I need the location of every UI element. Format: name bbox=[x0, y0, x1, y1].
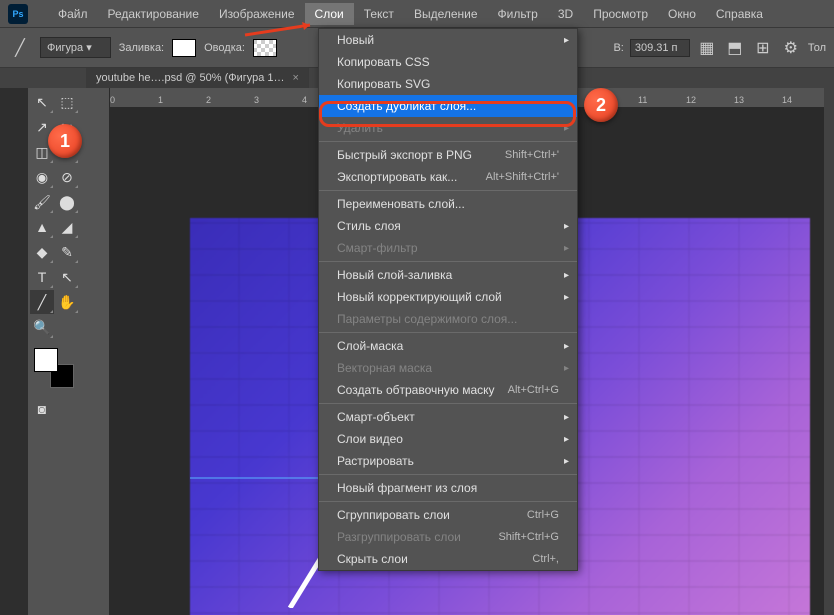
menu-item[interactable]: Новый слой-заливка bbox=[319, 264, 577, 286]
menu-item[interactable]: Переименовать слой... bbox=[319, 193, 577, 215]
tool-preset-icon[interactable]: ╱ bbox=[8, 36, 32, 60]
tool-0[interactable]: ↖ bbox=[30, 90, 54, 114]
quickmask-icon[interactable]: ◙ bbox=[30, 397, 54, 421]
tool-17[interactable]: ✋ bbox=[55, 290, 79, 314]
ruler-vertical bbox=[82, 88, 110, 615]
menu-item: Смарт-фильтр bbox=[319, 237, 577, 259]
menu-item[interactable]: Новый корректирующий слой bbox=[319, 286, 577, 308]
layers-menu-dropdown: НовыйКопировать CSSКопировать SVGСоздать… bbox=[318, 28, 578, 571]
ruler-tick: 3 bbox=[254, 95, 259, 105]
menu-item[interactable]: Новый bbox=[319, 29, 577, 51]
ruler-tick: 4 bbox=[302, 95, 307, 105]
close-icon[interactable]: × bbox=[293, 72, 299, 84]
tool-6[interactable]: ◉ bbox=[30, 165, 54, 189]
tool-11[interactable]: ◢ bbox=[55, 215, 79, 239]
menu-item[interactable]: Копировать SVG bbox=[319, 73, 577, 95]
menu-item[interactable]: Скрыть слоиCtrl+, bbox=[319, 548, 577, 570]
menu-item[interactable]: Слой-маска bbox=[319, 335, 577, 357]
callout-2: 2 bbox=[584, 88, 618, 122]
menu-item[interactable]: Растрировать bbox=[319, 450, 577, 472]
shape-mode-select[interactable]: Фигура ▾ bbox=[40, 37, 111, 58]
right-panel-strip bbox=[824, 68, 834, 615]
menu-файл[interactable]: Файл bbox=[48, 3, 98, 25]
menubar: Ps ФайлРедактированиеИзображениеСлоиТекс… bbox=[0, 0, 834, 28]
menu-item: Разгруппировать слоиShift+Ctrl+G bbox=[319, 526, 577, 548]
width-field[interactable]: 309.31 п bbox=[630, 39, 690, 57]
menu-редактирование[interactable]: Редактирование bbox=[98, 3, 209, 25]
menu-выделение[interactable]: Выделение bbox=[404, 3, 488, 25]
tool-13[interactable]: ✎ bbox=[55, 240, 79, 264]
ruler-tick: 0 bbox=[110, 95, 115, 105]
tool-18[interactable]: 🔍 bbox=[30, 315, 54, 339]
tool-1[interactable]: ⬚ bbox=[55, 90, 79, 114]
menu-3d[interactable]: 3D bbox=[548, 3, 583, 25]
menu-фильтр[interactable]: Фильтр bbox=[488, 3, 548, 25]
tool-10[interactable]: ▲ bbox=[30, 215, 54, 239]
align-icon[interactable]: ▦ bbox=[696, 37, 718, 59]
document-tab[interactable]: youtube he….psd @ 50% (Фигура 1…× bbox=[86, 68, 309, 88]
menu-item[interactable]: Смарт-объект bbox=[319, 406, 577, 428]
menu-слои[interactable]: Слои bbox=[305, 3, 354, 25]
menu-item[interactable]: Создать дубликат слоя... bbox=[319, 95, 577, 117]
ruler-tick: 1 bbox=[158, 95, 163, 105]
menu-справка[interactable]: Справка bbox=[706, 3, 773, 25]
menu-окно[interactable]: Окно bbox=[658, 3, 706, 25]
menu-item[interactable]: Быстрый экспорт в PNGShift+Ctrl+' bbox=[319, 144, 577, 166]
menu-item[interactable]: Создать обтравочную маскуAlt+Ctrl+G bbox=[319, 379, 577, 401]
ruler-tick: 12 bbox=[686, 95, 696, 105]
stroke-swatch[interactable] bbox=[253, 39, 277, 57]
pathops-icon[interactable]: ⊞ bbox=[752, 37, 774, 59]
menu-item[interactable]: Стиль слоя bbox=[319, 215, 577, 237]
arrange-icon[interactable]: ⬒ bbox=[724, 37, 746, 59]
ruler-tick: 2 bbox=[206, 95, 211, 105]
ruler-tick: 14 bbox=[782, 95, 792, 105]
app-logo: Ps bbox=[8, 4, 28, 24]
menu-item: Векторная маска bbox=[319, 357, 577, 379]
tool-9[interactable]: ⬤ bbox=[55, 190, 79, 214]
callout-1: 1 bbox=[48, 124, 82, 158]
menu-item[interactable]: Сгруппировать слоиCtrl+G bbox=[319, 504, 577, 526]
fill-label: Заливка: bbox=[119, 42, 164, 54]
stroke-label: Оводка: bbox=[204, 42, 245, 54]
width-label: В: bbox=[613, 42, 623, 54]
menu-item[interactable]: Копировать CSS bbox=[319, 51, 577, 73]
left-collapsed-panel bbox=[0, 88, 28, 615]
menu-item: Параметры содержимого слоя... bbox=[319, 308, 577, 330]
menu-item: Удалить bbox=[319, 117, 577, 139]
tool-15[interactable]: ↖ bbox=[55, 265, 79, 289]
menu-item[interactable]: Новый фрагмент из слоя bbox=[319, 477, 577, 499]
thickness-label: Тол bbox=[808, 42, 826, 54]
tool-8[interactable]: 🖌 bbox=[30, 190, 54, 214]
menu-изображение[interactable]: Изображение bbox=[209, 3, 305, 25]
ruler-tick: 13 bbox=[734, 95, 744, 105]
menu-item[interactable]: Слои видео bbox=[319, 428, 577, 450]
toolbox: ↖⬚↗✂◫✐◉⊘🖌⬤▲◢◆✎T↖╱✋🔍◙ bbox=[28, 88, 82, 615]
menu-item[interactable]: Экспортировать как...Alt+Shift+Ctrl+' bbox=[319, 166, 577, 188]
tool-12[interactable]: ◆ bbox=[30, 240, 54, 264]
tool-14[interactable]: T bbox=[30, 265, 54, 289]
ruler-tick: 11 bbox=[638, 95, 647, 105]
gear-icon[interactable]: ⚙ bbox=[780, 37, 802, 59]
tool-16[interactable]: ╱ bbox=[30, 290, 54, 314]
fg-bg-swatch[interactable] bbox=[34, 348, 74, 388]
menu-просмотр[interactable]: Просмотр bbox=[583, 3, 658, 25]
tool-7[interactable]: ⊘ bbox=[55, 165, 79, 189]
menu-текст[interactable]: Текст bbox=[354, 3, 404, 25]
fill-swatch[interactable] bbox=[172, 39, 196, 57]
